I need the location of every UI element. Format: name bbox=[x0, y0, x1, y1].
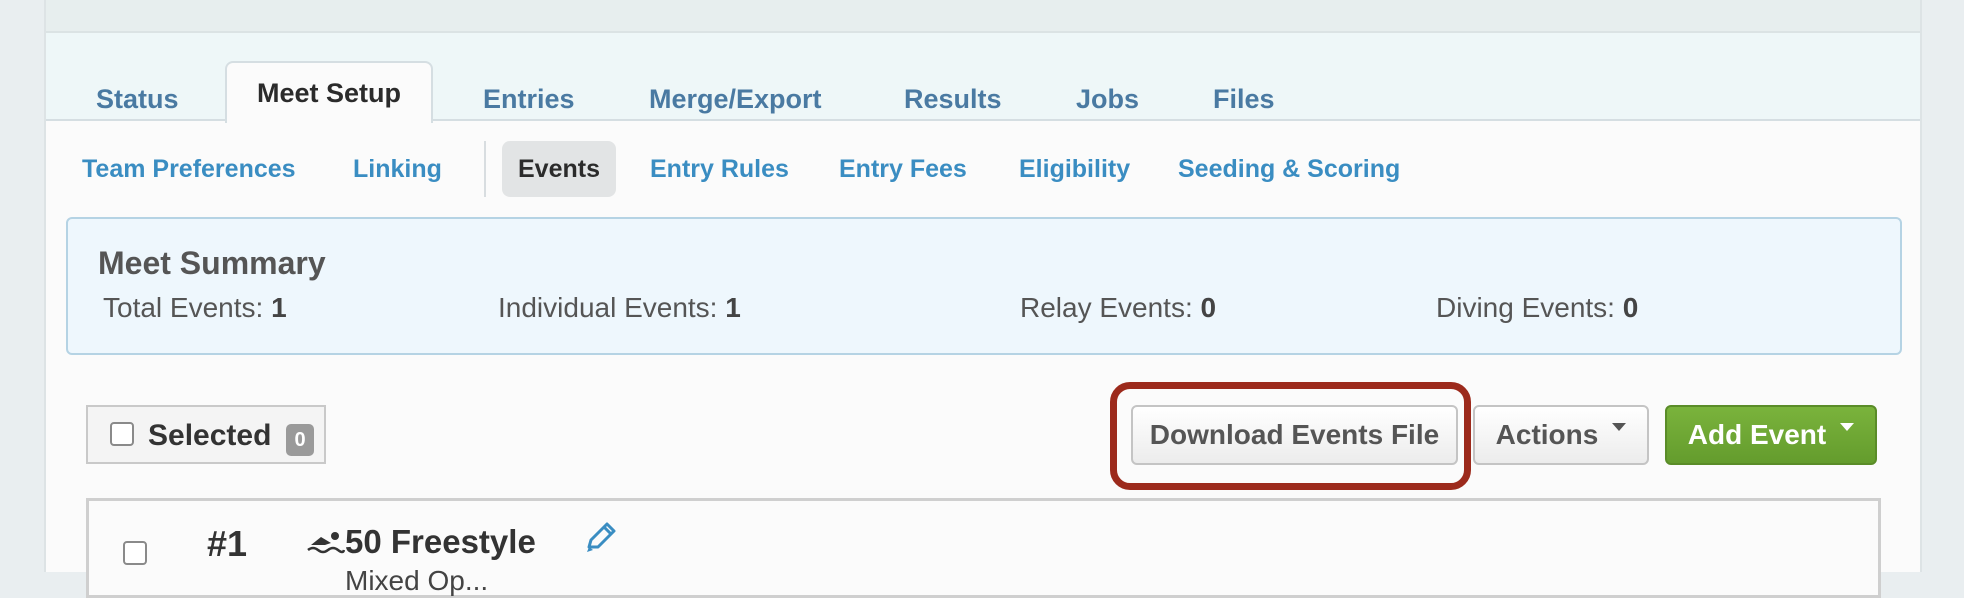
meet-summary-panel: Meet Summary Total Events: 1 Individual … bbox=[66, 217, 1902, 355]
relay-events-label: Relay Events: bbox=[1020, 292, 1193, 323]
event-subtitle: Mixed Op... bbox=[345, 565, 489, 596]
summary-title: Meet Summary bbox=[98, 245, 326, 281]
add-event-label: Add Event bbox=[1687, 419, 1827, 450]
event-number: #1 bbox=[207, 523, 248, 564]
subnav-entry-rules[interactable]: Entry Rules bbox=[650, 141, 789, 197]
actions-dropdown-button[interactable]: Actions bbox=[1473, 405, 1649, 465]
diving-events-stat: Diving Events: 0 bbox=[1436, 292, 1638, 324]
subnav-seeding-scoring[interactable]: Seeding & Scoring bbox=[1178, 141, 1400, 197]
relay-events-value: 0 bbox=[1200, 292, 1217, 323]
individual-events-stat: Individual Events: 1 bbox=[498, 292, 741, 324]
diving-events-value: 0 bbox=[1622, 292, 1639, 323]
actions-label: Actions bbox=[1495, 419, 1599, 450]
caret-down-icon bbox=[1612, 422, 1627, 431]
total-events-value: 1 bbox=[271, 292, 287, 323]
subnav-team-preferences[interactable]: Team Preferences bbox=[82, 141, 296, 197]
subnav-events[interactable]: Events bbox=[502, 141, 616, 197]
top-strip bbox=[46, 0, 1920, 33]
subnav-linking[interactable]: Linking bbox=[353, 141, 442, 197]
total-events-stat: Total Events: 1 bbox=[103, 292, 287, 324]
selected-label: Selected bbox=[148, 419, 272, 452]
total-events-label: Total Events: bbox=[103, 292, 264, 323]
select-all-checkbox[interactable] bbox=[110, 422, 134, 446]
subnav-divider bbox=[484, 141, 486, 197]
individual-events-value: 1 bbox=[725, 292, 741, 323]
selected-control: Selected 0 bbox=[86, 405, 326, 464]
tab-jobs[interactable]: Jobs bbox=[1076, 77, 1139, 121]
swimmer-icon bbox=[307, 531, 346, 560]
tab-results[interactable]: Results bbox=[904, 77, 1002, 121]
caret-down-icon bbox=[1840, 422, 1855, 431]
tab-status[interactable]: Status bbox=[96, 77, 179, 121]
individual-events-label: Individual Events: bbox=[498, 292, 718, 323]
tab-entries[interactable]: Entries bbox=[483, 77, 575, 121]
main-tabs: Status Meet Setup Entries Merge/Export R… bbox=[46, 33, 1920, 123]
subnav-entry-fees[interactable]: Entry Fees bbox=[839, 141, 967, 197]
highlight-annotation bbox=[1110, 382, 1471, 490]
add-event-button[interactable]: Add Event bbox=[1665, 405, 1877, 465]
pencil-icon[interactable] bbox=[583, 521, 617, 560]
selected-count-badge: 0 bbox=[286, 424, 314, 456]
tab-files[interactable]: Files bbox=[1213, 77, 1275, 121]
event-checkbox[interactable] bbox=[123, 541, 147, 565]
relay-events-stat: Relay Events: 0 bbox=[1020, 292, 1216, 324]
event-name: 50 Freestyle bbox=[345, 523, 536, 560]
tab-meet-setup[interactable]: Meet Setup bbox=[225, 61, 434, 123]
event-row: #1 50 Freestyle Mixed Op... bbox=[86, 498, 1881, 598]
diving-events-label: Diving Events: bbox=[1436, 292, 1615, 323]
tab-merge-export[interactable]: Merge/Export bbox=[649, 77, 822, 121]
page-frame: Status Meet Setup Entries Merge/Export R… bbox=[44, 0, 1922, 598]
subnav-eligibility[interactable]: Eligibility bbox=[1019, 141, 1130, 197]
